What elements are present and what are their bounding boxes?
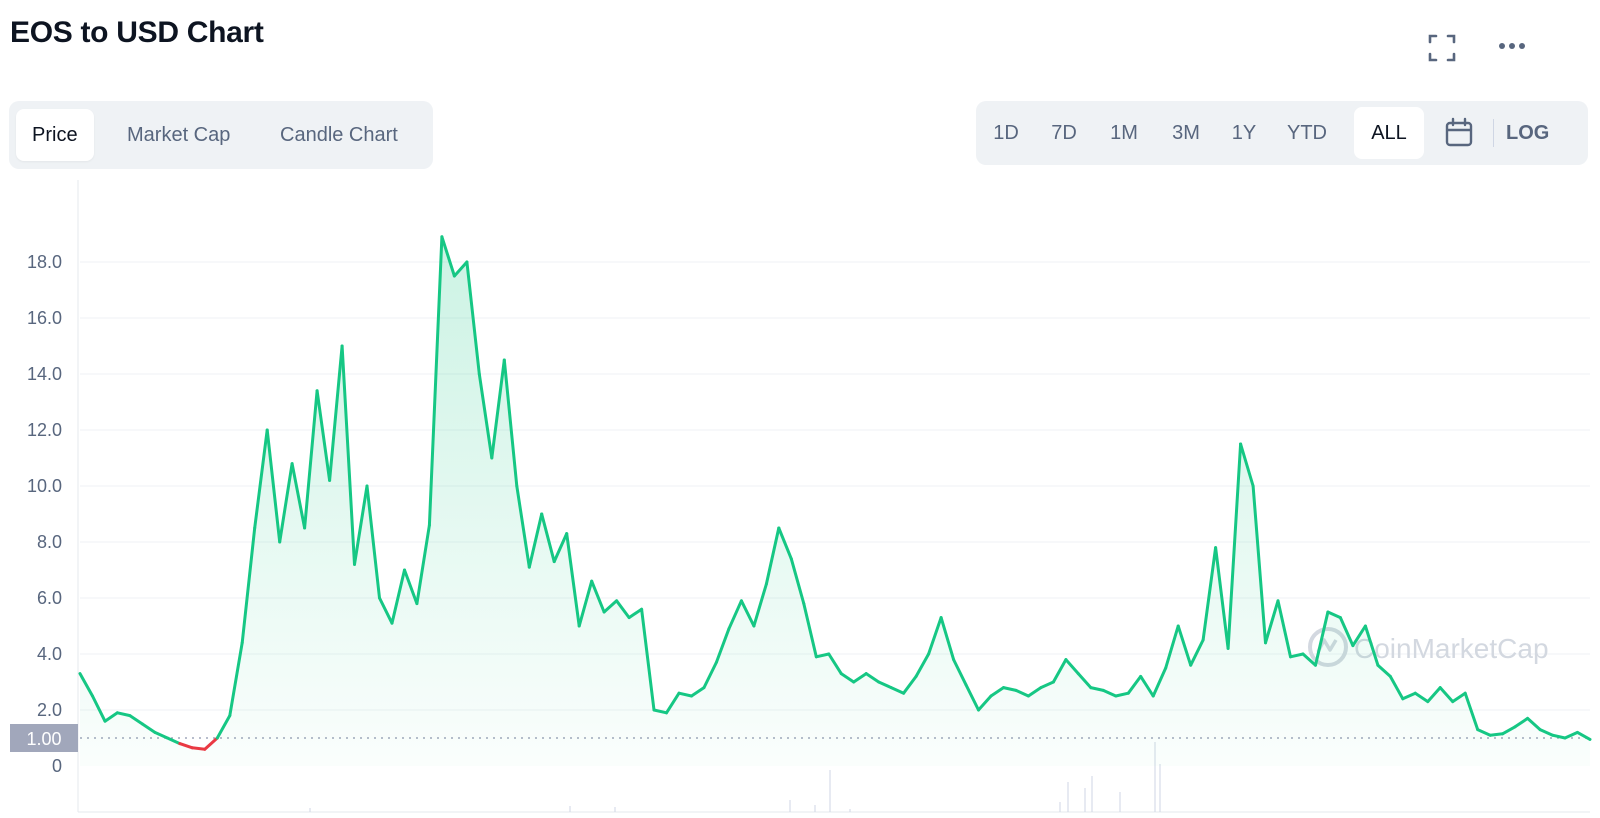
y-tick-label: 14.0 xyxy=(27,364,62,384)
price-line-segment xyxy=(190,746,207,751)
range-3m[interactable]: 3M xyxy=(1158,107,1214,159)
y-tick-label: 4.0 xyxy=(37,644,62,664)
y-tick-label: 2.0 xyxy=(37,700,62,720)
y-tick-label: 6.0 xyxy=(37,588,62,608)
y-tick-label: 16.0 xyxy=(27,308,62,328)
fullscreen-icon[interactable] xyxy=(1422,28,1462,68)
range-1d[interactable]: 1D xyxy=(982,107,1030,159)
y-tick-label: 10.0 xyxy=(27,476,62,496)
watermark-text: CoinMarketCap xyxy=(1354,633,1549,664)
tab-candle-chart[interactable]: Candle Chart xyxy=(264,109,414,161)
range-ytd[interactable]: YTD xyxy=(1274,107,1340,159)
tab-price[interactable]: Price xyxy=(16,109,94,161)
price-chart[interactable]: CoinMarketCap 0 2.0 4.0 6.0 8.0 10.0 12.0 14.0 1… xyxy=(0,180,1600,818)
more-dots-icon[interactable] xyxy=(1492,28,1532,68)
price-line-segment xyxy=(1488,732,1505,737)
log-scale-toggle[interactable]: LOG xyxy=(1506,107,1549,159)
chart-type-tabs: Price Market Cap Candle Chart xyxy=(9,101,433,169)
baseline-badge-label: 1.00 xyxy=(26,729,61,749)
y-tick-label: 12.0 xyxy=(27,420,62,440)
range-1m[interactable]: 1M xyxy=(1096,107,1152,159)
y-tick-label: 18.0 xyxy=(27,252,62,272)
y-tick-label: 0 xyxy=(52,756,62,776)
tab-market-cap[interactable]: Market Cap xyxy=(111,109,246,161)
range-divider xyxy=(1493,119,1494,147)
range-1y[interactable]: 1Y xyxy=(1220,107,1268,159)
time-range-selector: 1D 7D 1M 3M 1Y YTD ALL LOG xyxy=(976,101,1588,165)
page-title: EOS to USD Chart xyxy=(10,16,264,49)
y-tick-label: 8.0 xyxy=(37,532,62,552)
range-all[interactable]: ALL xyxy=(1354,107,1424,159)
calendar-icon[interactable] xyxy=(1440,114,1478,152)
range-7d[interactable]: 7D xyxy=(1038,107,1090,159)
